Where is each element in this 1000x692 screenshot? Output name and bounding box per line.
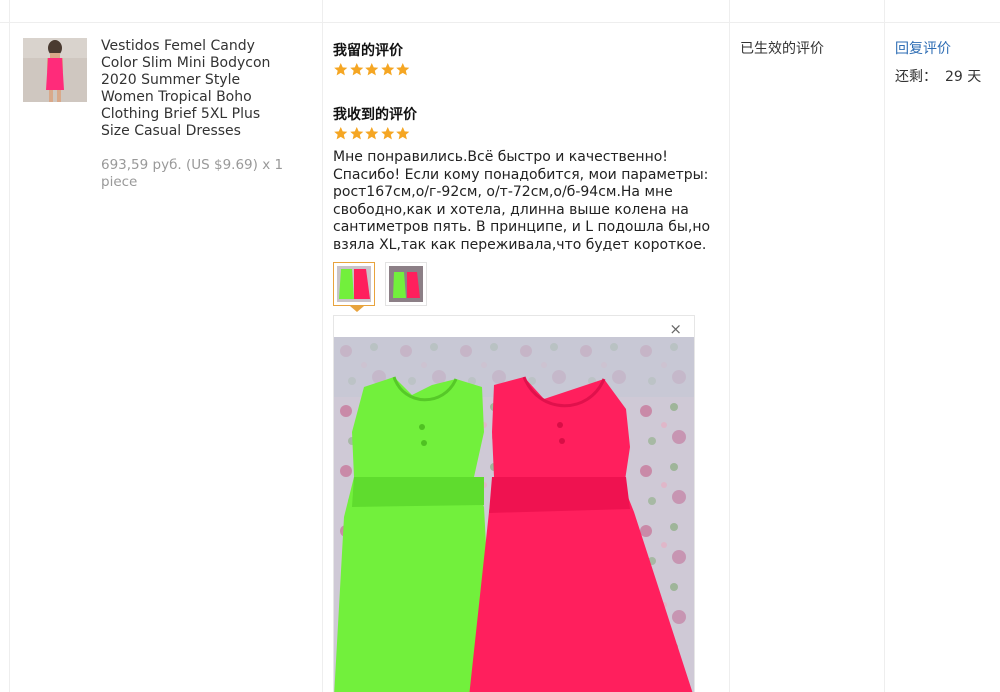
- received-review-heading: 我收到的评价: [333, 107, 417, 123]
- product-price: 693,59 руб. (US $9.69) x 1 piece: [101, 157, 284, 190]
- star-icon: [380, 62, 394, 76]
- star-icon: [349, 62, 363, 76]
- star-icon: [396, 126, 410, 140]
- star-icon: [334, 62, 348, 76]
- received-review-rating: [333, 126, 411, 141]
- review-text: Мне понравились.Всё быстро и качественно…: [333, 149, 711, 253]
- my-review-rating: [333, 62, 411, 77]
- star-icon: [365, 126, 379, 140]
- reply-review-link[interactable]: 回复评价: [895, 38, 951, 58]
- star-icon: [380, 126, 394, 140]
- column-divider: [884, 0, 885, 692]
- row-divider: [0, 22, 1000, 23]
- green-and-pink-dresses-photo-icon: [337, 266, 371, 302]
- star-icon: [396, 62, 410, 76]
- close-icon[interactable]: ×: [669, 321, 682, 337]
- product-thumbnail[interactable]: [23, 38, 87, 102]
- product-title[interactable]: Vestidos Femel Candy Color Slim Mini Bod…: [101, 38, 281, 140]
- star-icon: [349, 126, 363, 140]
- green-and-pink-dresses-photo-icon: [389, 266, 423, 302]
- remaining-value: 29 天: [945, 69, 982, 85]
- review-photo-large[interactable]: [334, 337, 694, 692]
- star-icon: [365, 62, 379, 76]
- dress-photo-icon: [23, 38, 87, 102]
- remaining-time: 还剩： 29 天: [895, 66, 981, 86]
- column-divider: [9, 0, 10, 692]
- star-icon: [334, 126, 348, 140]
- my-review-heading: 我留的评价: [333, 43, 403, 59]
- review-photo-thumbnail[interactable]: [385, 262, 427, 306]
- review-photo-thumbnail[interactable]: [333, 262, 375, 306]
- column-divider: [322, 0, 323, 692]
- photo-viewer: ×: [333, 315, 695, 692]
- review-status: 已生效的评价: [740, 41, 824, 57]
- green-and-pink-dresses-photo-icon: [334, 337, 694, 692]
- remaining-label: 还剩：: [895, 69, 937, 85]
- active-thumbnail-pointer: [350, 306, 364, 312]
- column-divider: [729, 0, 730, 692]
